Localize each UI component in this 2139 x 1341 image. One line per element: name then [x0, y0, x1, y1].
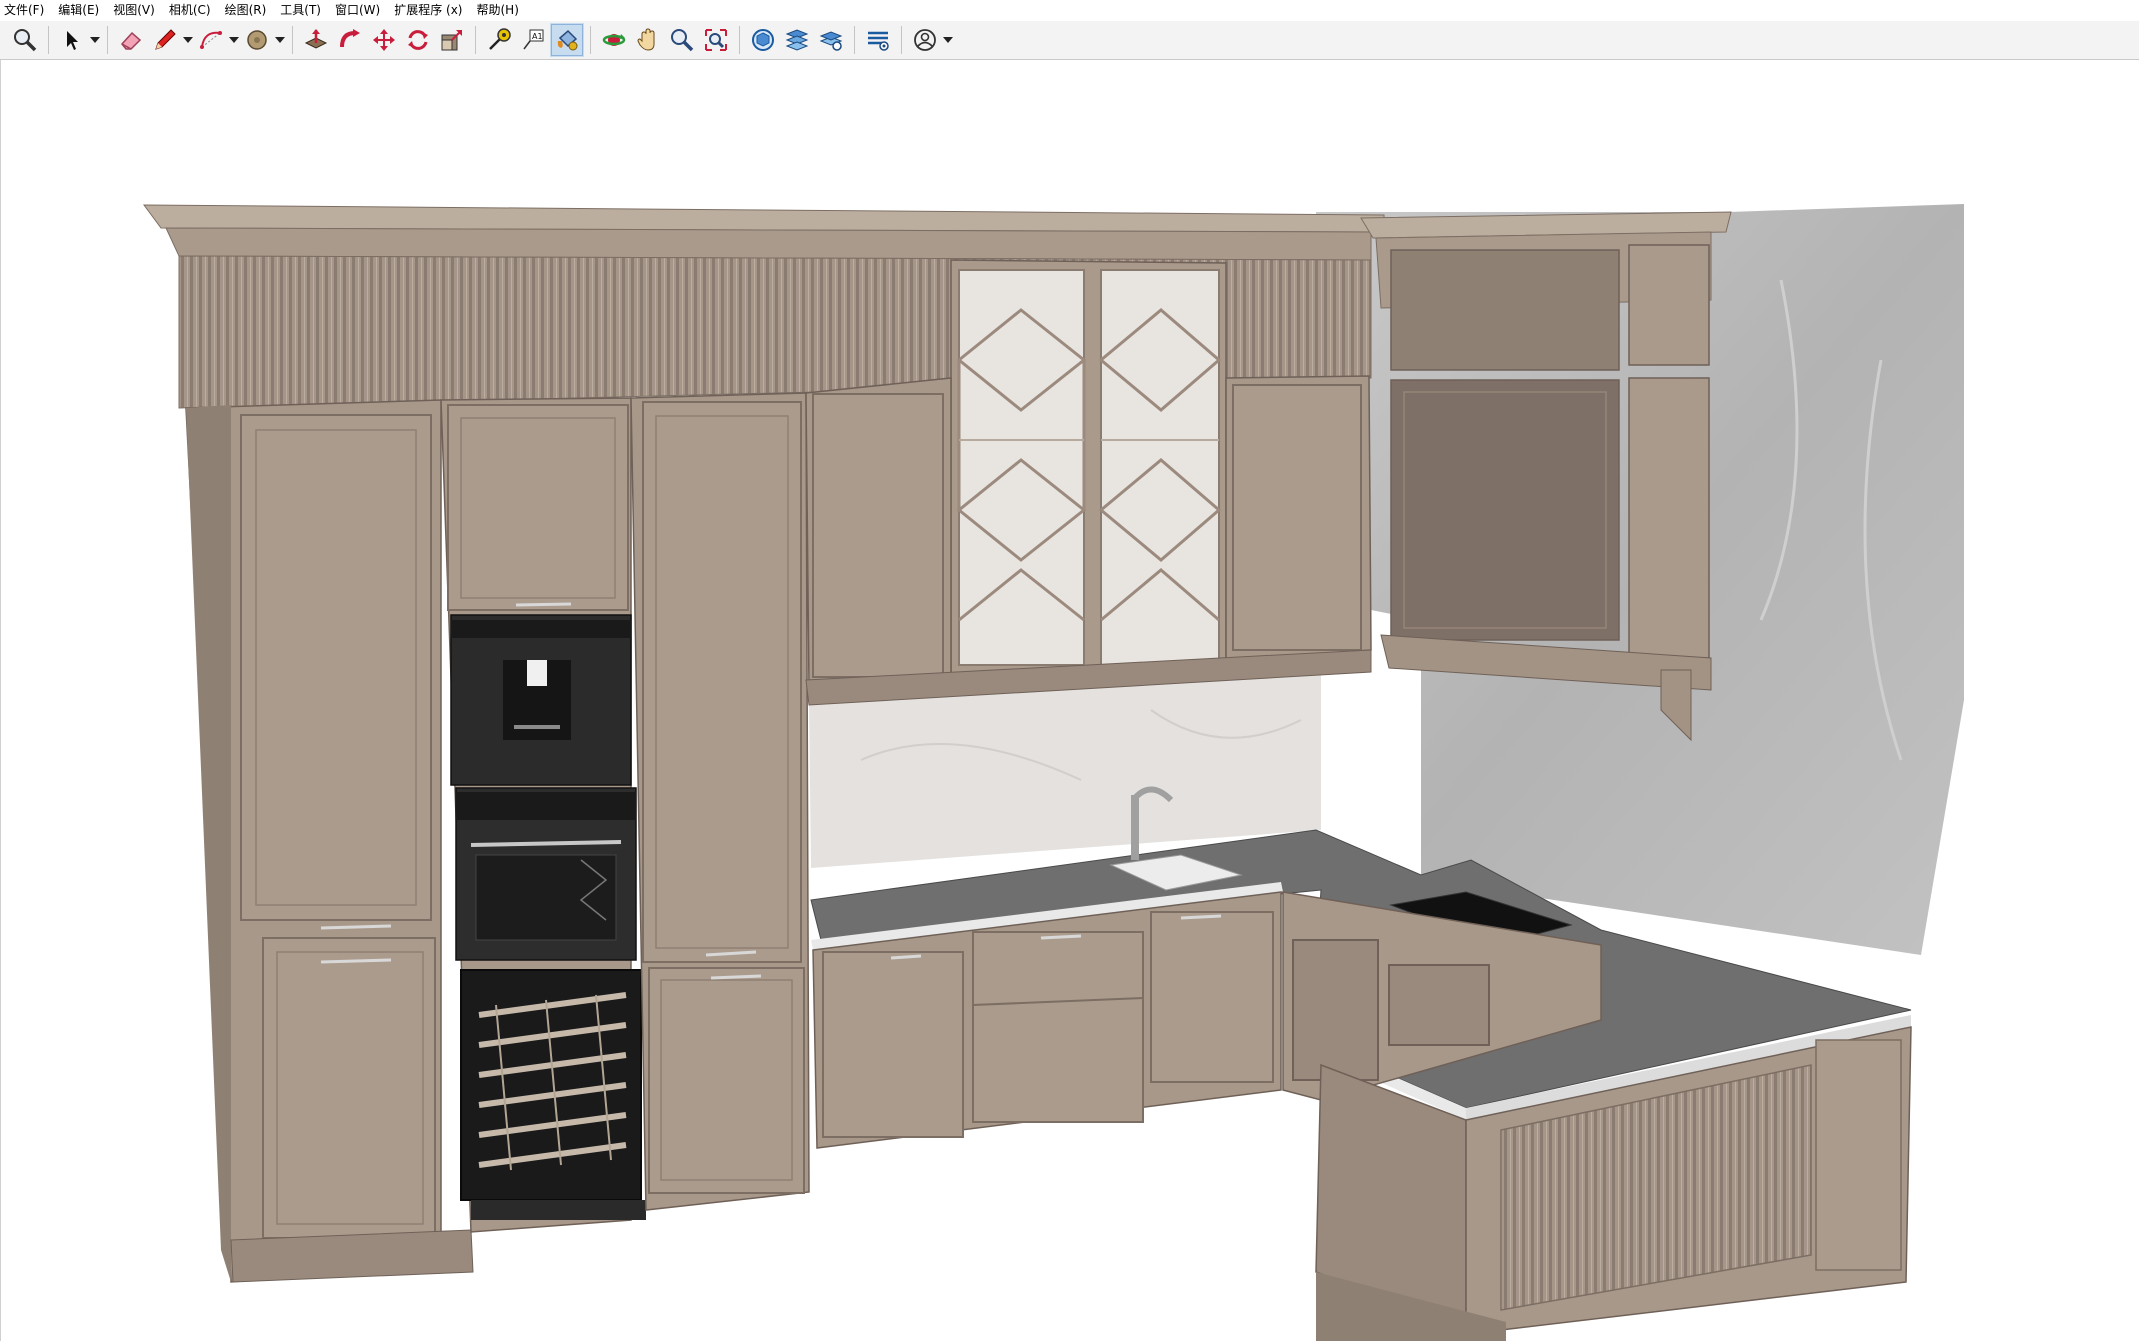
menu-camera[interactable]: 相机(C) [162, 0, 218, 20]
layers-icon[interactable] [780, 23, 814, 57]
main-toolbar: A1 [0, 21, 2139, 60]
pencil-line-icon[interactable] [148, 23, 182, 57]
zoom-icon[interactable] [8, 23, 42, 57]
pan-hand-icon[interactable] [631, 23, 665, 57]
move-icon[interactable] [367, 23, 401, 57]
svg-text:A1: A1 [532, 32, 543, 41]
menu-window[interactable]: 窗口(W) [328, 0, 387, 20]
menu-bar: 文件(F) 编辑(E) 视图(V) 相机(C) 绘图(R) 工具(T) 窗口(W… [0, 0, 2139, 20]
model-viewport[interactable] [0, 60, 2139, 1341]
arc-icon[interactable] [194, 23, 228, 57]
text-label-icon[interactable]: A1 [516, 23, 550, 57]
toolbar-separator [475, 26, 476, 54]
account-icon[interactable] [908, 23, 942, 57]
appliance-tower [440, 397, 646, 1233]
menu-tools[interactable]: 工具(T) [273, 0, 328, 20]
rotate-icon[interactable] [401, 23, 435, 57]
zoom-extents-icon[interactable] [699, 23, 733, 57]
tall-pantry-left [185, 399, 474, 1283]
paint-bucket-icon[interactable] [550, 23, 584, 57]
materials-icon[interactable] [814, 23, 848, 57]
tall-cabinet-center [630, 392, 810, 1211]
toolbar-separator [107, 26, 108, 54]
crown-molding [143, 204, 1385, 261]
chevron-down-icon[interactable] [89, 23, 101, 57]
eraser-icon[interactable] [114, 23, 148, 57]
toolbar-separator [854, 26, 855, 54]
range-hood [1360, 211, 1732, 742]
toolbar-separator [901, 26, 902, 54]
chevron-down-icon[interactable] [274, 23, 286, 57]
styles-icon[interactable] [861, 23, 895, 57]
toolbar-separator [590, 26, 591, 54]
components-icon[interactable] [746, 23, 780, 57]
menu-view[interactable]: 视图(V) [106, 0, 162, 20]
chevron-down-icon[interactable] [942, 23, 954, 57]
menu-extensions[interactable]: 扩展程序 (x) [387, 0, 469, 20]
select-arrow-icon[interactable] [55, 23, 89, 57]
shape-circle-icon[interactable] [240, 23, 274, 57]
toolbar-separator [48, 26, 49, 54]
follow-me-icon[interactable] [333, 23, 367, 57]
menu-help[interactable]: 帮助(H) [469, 0, 525, 20]
menu-file[interactable]: 文件(F) [0, 0, 51, 20]
chevron-down-icon[interactable] [182, 23, 194, 57]
tape-measure-icon[interactable] [482, 23, 516, 57]
toolbar-separator [739, 26, 740, 54]
menu-edit[interactable]: 编辑(E) [51, 0, 106, 20]
chevron-down-icon[interactable] [228, 23, 240, 57]
kitchen-model-render [143, 204, 1964, 1341]
zoom-window-icon[interactable] [665, 23, 699, 57]
glass-wall-cabinet [950, 259, 1227, 676]
toolbar-separator [292, 26, 293, 54]
orbit-icon[interactable] [597, 23, 631, 57]
push-pull-icon[interactable] [299, 23, 333, 57]
scale-icon[interactable] [435, 23, 469, 57]
menu-draw[interactable]: 绘图(R) [218, 0, 274, 20]
